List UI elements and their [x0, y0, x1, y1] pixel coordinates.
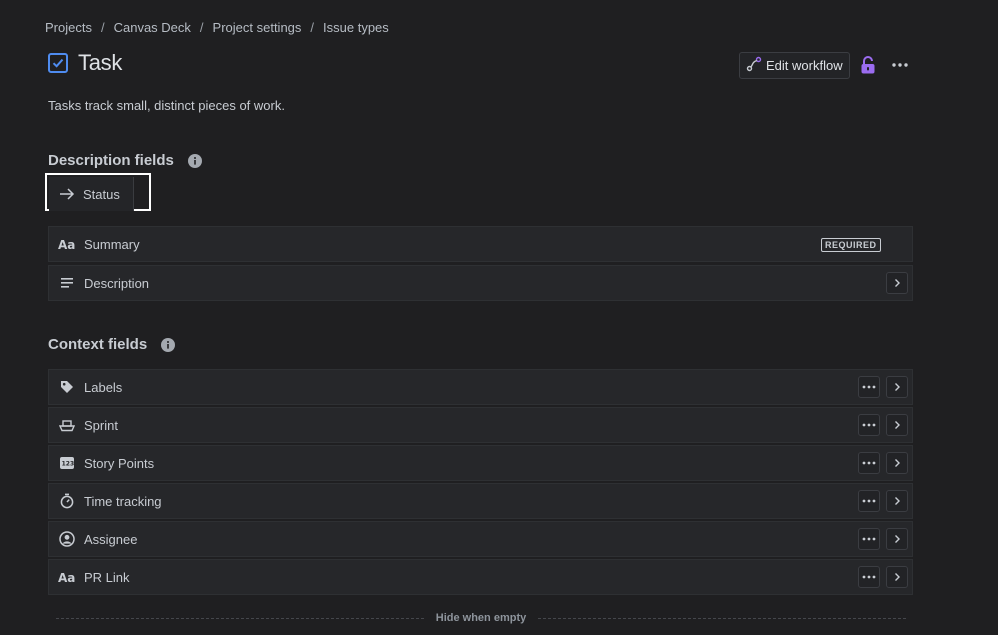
field-row-pr-link[interactable]: Aa PR Link [48, 559, 913, 595]
expand-button[interactable] [886, 490, 908, 512]
svg-text:123: 123 [62, 461, 75, 468]
text-icon: Aa [58, 568, 76, 586]
arrow-right-icon [59, 186, 75, 202]
field-label: Sprint [84, 417, 118, 433]
lines-icon [58, 274, 76, 292]
field-label: Assignee [84, 531, 138, 547]
chevron-right-icon [895, 573, 900, 581]
stopwatch-icon [58, 492, 76, 510]
expand-button[interactable] [886, 414, 908, 436]
issue-type-description: Tasks track small, distinct pieces of wo… [48, 98, 285, 113]
field-row-story-points[interactable]: 123 Story Points [48, 445, 913, 481]
more-icon [862, 499, 876, 503]
expand-button[interactable] [886, 528, 908, 550]
chevron-right-icon [895, 497, 900, 505]
chevron-right-icon [895, 383, 900, 391]
hide-when-empty-label: Hide when empty [435, 612, 527, 624]
status-label: Status [83, 186, 120, 202]
divider-line [56, 617, 424, 619]
checkbox-icon [48, 53, 68, 73]
field-row-labels[interactable]: Labels [48, 369, 913, 405]
field-row-time-tracking[interactable]: Time tracking [48, 483, 913, 519]
chevron-right-icon [895, 535, 900, 543]
context-fields-heading: Context fields [48, 336, 176, 353]
chevron-right-icon [895, 459, 900, 467]
unlock-icon[interactable] [859, 55, 877, 75]
field-label: Summary [84, 236, 140, 252]
workflow-icon [746, 56, 762, 75]
chevron-right-icon [895, 279, 900, 287]
field-more-button[interactable] [858, 452, 880, 474]
edit-workflow-label: Edit workflow [766, 58, 843, 73]
breadcrumb-separator: / [199, 20, 204, 35]
field-row-sprint[interactable]: Sprint [48, 407, 913, 443]
text-icon: Aa [58, 235, 76, 253]
breadcrumb-issue-types[interactable]: Issue types [323, 20, 389, 35]
title-row: Task [48, 50, 122, 76]
divider-line [538, 617, 906, 619]
expand-button[interactable] [886, 452, 908, 474]
boat-icon [58, 416, 76, 434]
breadcrumb: Projects / Canvas Deck / Project setting… [45, 20, 389, 35]
breadcrumb-canvas-deck[interactable]: Canvas Deck [114, 20, 191, 35]
context-fields-title: Context fields [48, 336, 148, 353]
info-icon[interactable] [161, 337, 176, 352]
hide-when-empty-divider: Hide when empty [56, 611, 906, 625]
description-fields-title: Description fields [48, 152, 174, 169]
field-row-description[interactable]: Description [48, 265, 913, 301]
field-label: Time tracking [84, 493, 162, 509]
description-fields-heading: Description fields [48, 152, 202, 169]
more-actions-icon[interactable] [890, 57, 910, 73]
breadcrumb-project-settings[interactable]: Project settings [213, 20, 302, 35]
number-icon: 123 [58, 454, 76, 472]
more-icon [862, 385, 876, 389]
expand-button[interactable] [886, 272, 908, 294]
field-more-button[interactable] [858, 566, 880, 588]
field-more-button[interactable] [858, 376, 880, 398]
breadcrumb-separator: / [100, 20, 105, 35]
field-more-button[interactable] [858, 528, 880, 550]
expand-button[interactable] [886, 566, 908, 588]
breadcrumb-projects[interactable]: Projects [45, 20, 92, 35]
field-label: Labels [84, 379, 123, 395]
status-field[interactable]: Status [49, 177, 134, 211]
field-label: PR Link [84, 569, 130, 585]
edit-workflow-button[interactable]: Edit workflow [739, 52, 850, 79]
field-row-assignee[interactable]: Assignee [48, 521, 913, 557]
more-icon [862, 537, 876, 541]
breadcrumb-separator: / [310, 20, 315, 35]
field-row-summary[interactable]: Aa Summary REQUIRED [48, 226, 913, 262]
page-title: Task [78, 50, 123, 75]
field-label: Description [84, 275, 150, 291]
more-icon [862, 423, 876, 427]
expand-button[interactable] [886, 376, 908, 398]
person-icon [58, 530, 76, 548]
svg-text:Aa: Aa [58, 571, 75, 583]
chevron-right-icon [895, 421, 900, 429]
tag-icon [58, 378, 76, 396]
info-icon[interactable] [187, 153, 202, 168]
svg-text:Aa: Aa [58, 238, 75, 250]
more-icon [862, 575, 876, 579]
required-badge: REQUIRED [821, 238, 881, 252]
more-icon [862, 461, 876, 465]
field-more-button[interactable] [858, 490, 880, 512]
field-label: Story Points [84, 455, 155, 471]
field-more-button[interactable] [858, 414, 880, 436]
